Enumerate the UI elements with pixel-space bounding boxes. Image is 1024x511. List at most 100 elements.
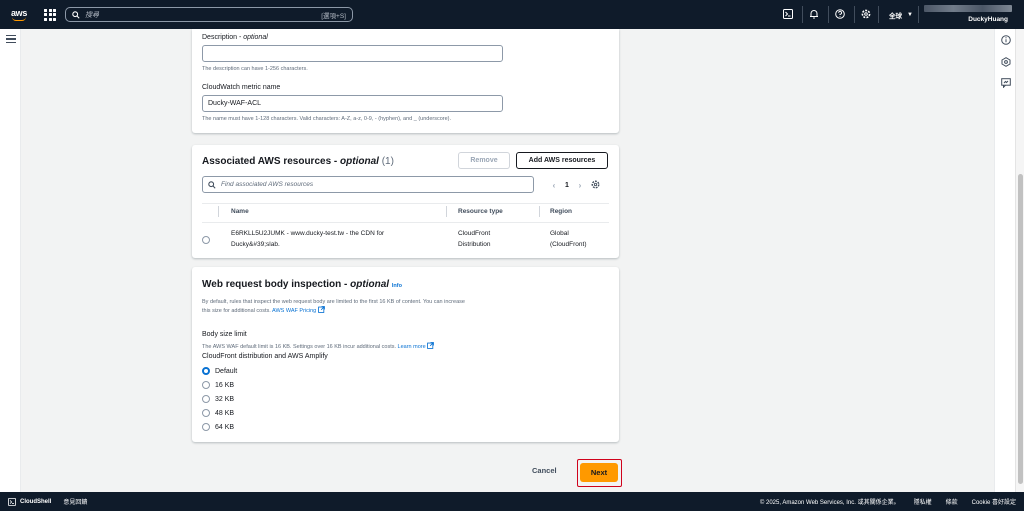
body-inspection-panel: Web request body inspection - optional I… [192,267,619,442]
info-panel-icon[interactable] [1000,34,1011,45]
radio[interactable] [202,409,210,417]
console-footer: CloudShell 意見回饋 © 2025, Amazon Web Servi… [0,492,1024,511]
pagination: ‹ 1 › [547,180,600,191]
column-header-name[interactable]: Name [231,208,249,215]
option-64kb[interactable]: 64 KB [202,420,237,434]
nav-icon-group [782,8,886,20]
blurred-account-id [924,5,1012,12]
column-header-region[interactable]: Region [550,208,572,215]
search-placeholder: 搜尋 [85,11,99,19]
region-label: 全球 [889,13,902,20]
page-number[interactable]: 1 [565,182,569,189]
option-label: 48 KB [215,409,235,417]
chevron-left-icon[interactable]: ‹ [547,181,561,190]
cloudshell-label: CloudShell [20,498,52,505]
description-input[interactable] [202,45,503,62]
scrollbar-thumb[interactable] [1018,174,1023,484]
column-header-resource-type[interactable]: Resource type [458,208,503,215]
search-icon [208,180,216,189]
body-inspection-description: By default, rules that inspect the web r… [202,298,465,315]
aws-logo-smile [12,17,26,21]
description-label: Description - optional [202,34,268,41]
menu-hamburger-icon[interactable] [6,35,16,43]
cancel-button[interactable]: Cancel [532,466,557,475]
notifications-bell-icon[interactable] [808,8,820,20]
description-line: By default, rules that inspect the web r… [202,299,465,305]
privacy-link[interactable]: 隱私權 [914,497,932,506]
external-link-icon [427,342,435,349]
learn-more-link[interactable]: Learn more [398,344,426,350]
nav-divider [918,6,919,23]
left-rail [0,29,21,492]
cookie-preferences-link[interactable]: Cookie 喜好設定 [972,497,1016,506]
cloudshell-icon [8,497,16,506]
radio-selected[interactable] [202,367,210,375]
resource-type-line: Distribution [458,241,491,248]
region-line: (CloudFront) [550,241,587,248]
search-icon [72,10,80,19]
resource-type-cell: CloudFront Distribution [458,228,491,250]
remove-button[interactable]: Remove [458,152,510,169]
help-panel-icon[interactable] [1000,56,1011,67]
right-rail [994,29,1015,492]
cloudshell-icon[interactable] [782,8,794,20]
web-acl-details-panel: Description - optional The description c… [192,29,619,133]
footer-right: © 2025, Amazon Web Services, Inc. 或其關係企業… [746,497,1016,506]
external-link-icon [317,306,325,313]
column-divider [446,206,447,217]
info-link[interactable]: Info [392,283,402,289]
body-size-radio-group: Default 16 KB 32 KB 48 KB 64 KB [202,364,237,434]
radio[interactable] [202,423,210,431]
aws-logo[interactable]: aws [9,5,29,25]
cloudshell-button[interactable]: CloudShell [8,497,52,506]
resource-type-line: CloudFront [458,230,491,237]
option-16kb[interactable]: 16 KB [202,378,237,392]
description-hint: The description can have 1-256 character… [202,66,308,72]
option-label: 16 KB [215,381,235,389]
body-size-limit-hint: The AWS WAF default limit is 16 KB. Sett… [202,342,435,350]
metric-name-input[interactable]: Ducky-WAF-ACL [202,95,503,112]
terms-link[interactable]: 條款 [946,497,958,506]
resource-name-cell: E6RKLL5U2JUMK - www.ducky-test.tw - the … [231,228,384,250]
metric-name-hint: The name must have 1-128 characters. Val… [202,116,452,122]
caret-down-icon: ▼ [907,12,913,18]
resource-name-line: Ducky&#39;slab. [231,241,280,248]
option-32kb[interactable]: 32 KB [202,392,237,406]
option-label: 32 KB [215,395,235,403]
table-preferences-gear-icon[interactable] [591,180,600,191]
option-48kb[interactable]: 48 KB [202,406,237,420]
settings-gear-icon[interactable] [860,8,872,20]
radio[interactable] [202,395,210,403]
feedback-link[interactable]: 意見回饋 [63,497,87,506]
find-resources-placeholder: Find associated AWS resources [221,181,314,188]
copyright-text: © 2025, Amazon Web Services, Inc. 或其關係企業… [759,500,900,506]
search-input[interactable]: 搜尋 [選項+S] [65,7,353,22]
find-resources-input[interactable]: Find associated AWS resources [202,176,534,193]
row-select-radio[interactable] [202,236,210,244]
region-cell: Global (CloudFront) [550,228,586,250]
page-scrollbar[interactable] [1015,29,1024,492]
aws-waf-pricing-link[interactable]: AWS WAF Pricing [272,308,316,314]
next-button[interactable]: Next [580,463,618,482]
option-default[interactable]: Default [202,364,237,378]
region-line: Global [550,230,569,237]
resources-title: Associated AWS resources - optional (1) [202,156,394,167]
column-divider [539,206,540,217]
username: DuckyHuang [968,16,1008,23]
cloudfront-amplify-label: CloudFront distribution and AWS Amplify [202,353,328,360]
account-menu[interactable]: DuckyHuang [924,4,1016,25]
option-label: 64 KB [215,423,235,431]
region-selector[interactable]: 全球 ▼ [889,10,913,20]
services-grid-icon[interactable] [43,8,57,22]
associated-resources-panel: Associated AWS resources - optional (1) … [192,145,619,258]
feedback-panel-icon[interactable] [1000,77,1011,88]
table-top-border [202,203,609,204]
resource-name-line: E6RKLL5U2JUMK - www.ducky-test.tw - the … [231,230,385,237]
description-line: this size for additional costs. AWS WAF … [202,306,465,315]
table-header-border [202,222,609,223]
chevron-right-icon[interactable]: › [573,181,587,190]
help-icon[interactable] [834,8,846,20]
search-shortcut: [選項+S] [321,12,346,20]
add-aws-resources-button[interactable]: Add AWS resources [516,152,608,169]
radio[interactable] [202,381,210,389]
